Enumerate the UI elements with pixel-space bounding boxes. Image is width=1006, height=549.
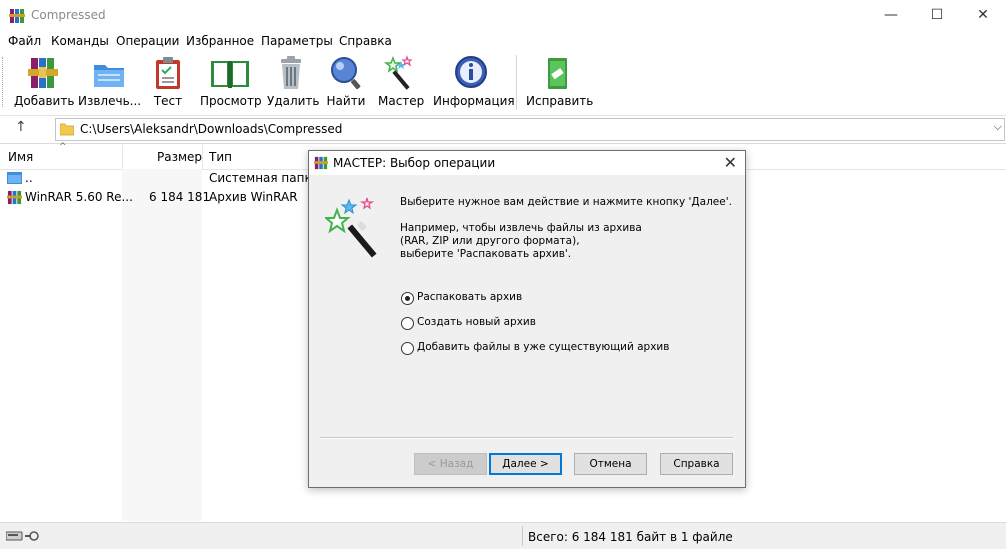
help-button[interactable]: Справка bbox=[660, 453, 733, 475]
minimize-button[interactable]: — bbox=[868, 0, 914, 31]
wizard-wand-icon bbox=[383, 55, 413, 90]
row-name: .. bbox=[25, 171, 33, 185]
find-magnifier-icon bbox=[331, 57, 361, 90]
menu-help[interactable]: Справка bbox=[339, 34, 392, 48]
menu-bar: Файл Команды Операции Избранное Параметр… bbox=[0, 31, 1006, 51]
row-type: Архив WinRAR bbox=[209, 190, 298, 204]
column-divider[interactable] bbox=[122, 145, 123, 169]
dialog-title-bar: МАСТЕР: Выбор операции ✕ bbox=[309, 151, 745, 175]
dialog-instruction: Выберите нужное вам действие и нажмите к… bbox=[400, 196, 732, 208]
up-folder-icon[interactable]: ↑ bbox=[15, 119, 27, 135]
address-bar: ↑ C:\Users\Aleksandr\Downloads\Compresse… bbox=[0, 116, 1006, 144]
rar-file-icon bbox=[7, 190, 22, 205]
view-book-icon bbox=[211, 61, 249, 88]
column-size-header[interactable]: Размер bbox=[157, 150, 202, 164]
radio-label: Создать новый архив bbox=[417, 316, 536, 328]
menu-operations[interactable]: Операции bbox=[116, 34, 179, 48]
radio-label: Распаковать архив bbox=[417, 291, 523, 303]
close-button[interactable]: ✕ bbox=[960, 0, 1006, 31]
drive-key-icon[interactable] bbox=[6, 530, 42, 542]
dialog-separator bbox=[320, 437, 733, 439]
path-dropdown-icon[interactable]: ⌵ bbox=[994, 120, 1002, 134]
extract-button[interactable]: Извлечь... bbox=[78, 55, 142, 113]
toolbar-grip bbox=[2, 57, 6, 107]
title-bar: Compressed — ☐ ✕ bbox=[0, 0, 1006, 31]
dialog-example-line2: (RAR, ZIP или другого формата), bbox=[400, 235, 580, 247]
size-column-shading bbox=[122, 169, 202, 521]
row-type: Системная папка bbox=[209, 171, 320, 185]
dialog-example-line1: Например, чтобы извлечь файлы из архива bbox=[400, 222, 642, 234]
radio-button[interactable] bbox=[401, 317, 414, 330]
maximize-button[interactable]: ☐ bbox=[914, 0, 960, 31]
add-archive-icon bbox=[28, 58, 58, 88]
find-button[interactable]: Найти bbox=[325, 55, 367, 113]
menu-file[interactable]: Файл bbox=[8, 34, 41, 48]
wizard-label: Мастер bbox=[378, 94, 425, 108]
delete-label: Удалить bbox=[267, 94, 320, 108]
path-text: C:\Users\Aleksandr\Downloads\Compressed bbox=[80, 122, 343, 136]
row-name: WinRAR 5.60 Re... bbox=[25, 190, 133, 204]
extract-label: Извлечь... bbox=[78, 94, 142, 108]
extract-folder-icon bbox=[94, 65, 124, 87]
add-button[interactable]: Добавить bbox=[14, 55, 75, 113]
menu-options[interactable]: Параметры bbox=[261, 34, 333, 48]
view-button[interactable]: Просмотр bbox=[200, 55, 262, 113]
column-name-header[interactable]: Имя bbox=[8, 150, 33, 164]
status-total: Всего: 6 184 181 байт в 1 файле bbox=[528, 530, 733, 544]
column-type-header[interactable]: Тип bbox=[209, 150, 232, 164]
dialog-close-button[interactable]: ✕ bbox=[724, 153, 737, 172]
find-label: Найти bbox=[326, 94, 366, 108]
info-button[interactable]: Информация bbox=[433, 55, 515, 113]
parent-folder-icon bbox=[7, 172, 22, 184]
sort-ascending-icon: ^ bbox=[59, 142, 67, 152]
menu-favorites[interactable]: Избранное bbox=[186, 34, 254, 48]
repair-first-aid-icon bbox=[548, 58, 567, 89]
wizard-dialog: МАСТЕР: Выбор операции ✕ Выберите нужное… bbox=[308, 150, 746, 488]
radio-button[interactable] bbox=[401, 342, 414, 355]
dialog-title: МАСТЕР: Выбор операции bbox=[333, 156, 496, 170]
view-label: Просмотр bbox=[200, 94, 262, 108]
wizard-button[interactable]: Мастер bbox=[378, 55, 424, 113]
back-button[interactable]: < Назад bbox=[414, 453, 487, 475]
radio-label: Добавить файлы в уже существующий архив bbox=[417, 341, 670, 353]
repair-button[interactable]: Исправить bbox=[526, 55, 594, 113]
status-bar: Всего: 6 184 181 байт в 1 файле bbox=[0, 522, 1006, 549]
test-button[interactable]: Тест bbox=[148, 55, 188, 113]
next-button[interactable]: Далее > bbox=[489, 453, 562, 475]
trash-icon bbox=[281, 56, 301, 89]
test-label: Тест bbox=[153, 94, 183, 108]
folder-icon bbox=[60, 123, 74, 136]
status-divider bbox=[522, 526, 523, 546]
wizard-wand-icon bbox=[325, 197, 377, 258]
column-divider[interactable] bbox=[202, 145, 203, 169]
info-icon bbox=[455, 56, 487, 88]
dialog-example-line3: выберите 'Распаковать архив'. bbox=[400, 248, 572, 260]
row-size: 6 184 181 bbox=[149, 190, 211, 204]
radio-button-selected[interactable] bbox=[401, 292, 414, 305]
file-row-archive[interactable]: WinRAR 5.60 Re... 6 184 181 Архив WinRAR bbox=[0, 188, 310, 207]
path-field[interactable]: C:\Users\Aleksandr\Downloads\Compressed … bbox=[55, 118, 1005, 141]
dialog-body: Выберите нужное вам действие и нажмите к… bbox=[309, 176, 745, 487]
winrar-app-icon bbox=[9, 9, 25, 23]
menu-commands[interactable]: Команды bbox=[51, 34, 109, 48]
repair-label: Исправить bbox=[526, 94, 594, 108]
delete-button[interactable]: Удалить bbox=[267, 55, 320, 113]
add-label: Добавить bbox=[14, 94, 75, 108]
dialog-winrar-icon bbox=[314, 156, 328, 170]
info-label: Информация bbox=[433, 94, 515, 108]
window-title: Compressed bbox=[31, 8, 106, 22]
toolbar-separator bbox=[516, 55, 517, 110]
cancel-button[interactable]: Отмена bbox=[574, 453, 647, 475]
file-row-parent[interactable]: .. Системная папка bbox=[0, 169, 319, 188]
test-clipboard-icon bbox=[156, 57, 180, 89]
